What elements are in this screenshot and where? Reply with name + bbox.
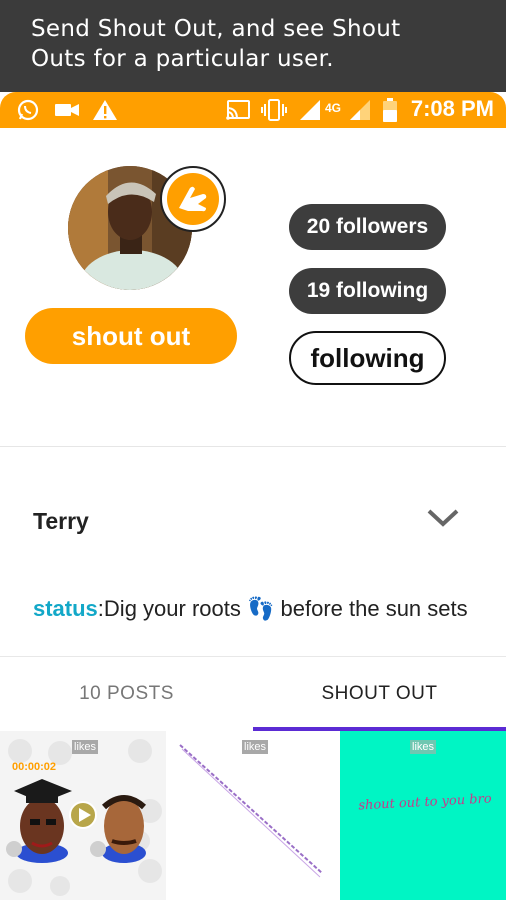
signal-icon-2 (348, 98, 372, 122)
status-text-part-1: Dig your roots (103, 596, 247, 621)
vibrate-icon (260, 98, 288, 122)
battery-icon (382, 98, 398, 122)
footprints-emoji: 👣 (246, 596, 275, 621)
grid-item[interactable]: likes 00:00:02 (0, 731, 166, 900)
profile-header: shout out 20 followers 19 following foll… (0, 128, 506, 447)
chevron-down-icon[interactable] (426, 506, 460, 535)
video-timer: 00:00:02 (12, 761, 57, 773)
follow-toggle-button[interactable]: following (289, 331, 446, 385)
following-count-button[interactable]: 19 following (289, 268, 446, 314)
shout-out-message: shout out to you bro (357, 791, 492, 814)
warning-icon (92, 98, 118, 122)
likes-label: likes (242, 740, 269, 754)
tab-posts[interactable]: 10 POSTS (0, 657, 253, 731)
user-name: Terry (33, 508, 89, 534)
status-bar: 4G 7:08 PM (0, 92, 506, 128)
user-name-row[interactable]: Terry (0, 488, 506, 558)
clock: 7:08 PM (410, 96, 494, 121)
likes-label: likes (72, 740, 99, 754)
shout-out-button[interactable]: shout out (25, 308, 237, 364)
shout-out-grid: likes 00:00:02 likes likes shout out to … (0, 731, 506, 900)
signal-icon (298, 98, 322, 122)
user-status: status:Dig your roots 👣 before the sun s… (33, 594, 483, 624)
followers-button[interactable]: 20 followers (289, 204, 446, 250)
network-type: 4G (325, 101, 342, 115)
status-label: status (33, 596, 98, 621)
shout-badge-icon (160, 166, 226, 232)
grid-item[interactable]: likes (170, 731, 336, 900)
grid-item[interactable]: likes shout out to you bro (340, 731, 506, 900)
caption-line-2: Outs for a particular user. (31, 46, 334, 72)
video-camera-icon (54, 98, 80, 122)
cast-icon (225, 98, 251, 122)
tab-shout-out[interactable]: SHOUT OUT (253, 657, 506, 731)
instruction-caption: Send Shout Out, and see Shout Outs for a… (0, 0, 506, 92)
content-tabs: 10 POSTS SHOUT OUT (0, 656, 506, 731)
likes-label: likes (410, 740, 437, 754)
status-text-part-2: before the sun sets (274, 596, 468, 621)
caption-text: Send Shout Out, and see Shout Outs for a… (0, 0, 506, 74)
whatsapp-icon (16, 98, 40, 122)
caption-line-1: Send Shout Out, and see Shout (31, 16, 401, 42)
